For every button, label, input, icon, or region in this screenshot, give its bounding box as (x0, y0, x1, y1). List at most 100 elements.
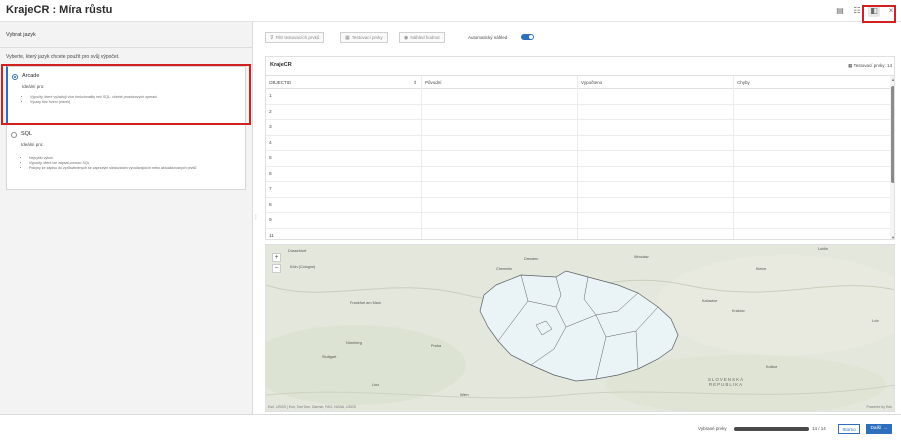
selected-features-progress (734, 427, 809, 431)
next-button[interactable]: Další → (866, 424, 892, 434)
test-features-button[interactable]: ▦ Testovací prvky (340, 32, 388, 43)
test-count-text: Testovací prvky: 14 (853, 63, 892, 68)
selected-features-label: Vybrané prvky (698, 426, 727, 431)
map-label: Katowice (702, 299, 718, 303)
list-item: Pokyny ke zápisu do zprůsvitněných se za… (29, 166, 239, 171)
preview-values-button[interactable]: ◉ Náhled hodnot (399, 32, 445, 43)
table-cell: 7 (266, 182, 422, 198)
map-label: Kraków (732, 309, 745, 313)
table-cell (578, 89, 734, 105)
auto-preview-label: Automatický náhled (468, 35, 508, 40)
column-header-computed[interactable]: Vypočteno (578, 76, 734, 89)
map-label: Dusseldorf (288, 249, 307, 253)
table-cell (422, 197, 578, 213)
table-cell (734, 136, 890, 152)
table-row[interactable]: 7 (266, 182, 890, 198)
scroll-down-icon[interactable]: ▼ (890, 235, 894, 239)
preview-toolbar: ⊽ Filtr testovacích prvků ▦ Testovací prvk… (259, 22, 901, 56)
table-cell (734, 213, 890, 229)
option-name: SQL (21, 131, 33, 137)
sql-radio[interactable] (11, 132, 17, 138)
filter-button[interactable]: ⊽ Filtr testovacích prvků (265, 32, 325, 43)
powered-by-esri[interactable]: Powered by Esri (867, 405, 892, 409)
table-cell (422, 120, 578, 136)
table-cell: 2 (266, 104, 422, 120)
table-row[interactable]: 9 (266, 213, 890, 229)
preview-panel: ⊽ Filtr testovacích prvků ▦ Testovací prvk… (259, 22, 901, 414)
table-cell (734, 229, 890, 240)
map-label: Košice (766, 365, 778, 369)
app-header: KrajeCR : Míra růstu ▤ ☷ ◧ × (0, 0, 901, 22)
table-row[interactable]: 2 (266, 104, 890, 120)
table-cell (422, 228, 578, 239)
table-cell: 5 (266, 151, 422, 167)
sort-icon[interactable]: ⇕ (413, 76, 417, 89)
map-label: Linz (372, 383, 379, 387)
table-cell (578, 228, 734, 239)
table-cell (578, 120, 734, 136)
table-row[interactable]: 11 (266, 228, 890, 240)
table-cell (734, 89, 890, 105)
scroll-thumb[interactable] (891, 86, 894, 183)
map-label: Dresden (524, 257, 539, 261)
map-attribution: Esri, USGS | Esri, TomTom, Garmin, FAO, … (268, 405, 356, 409)
map-label: Kielce (756, 267, 767, 271)
table-cell (578, 197, 734, 213)
table-row[interactable]: 6 (266, 166, 890, 183)
table-cell (734, 167, 890, 183)
zoom-in-button[interactable]: + (272, 253, 281, 262)
highlight-box (1, 64, 251, 125)
progress-fill (734, 427, 809, 431)
map-label: Lviv (872, 319, 879, 323)
column-label: OBJECTID (269, 80, 292, 85)
wizard-footer: Vybrané prvky 14 / 14 Storno Další → (0, 414, 901, 441)
map-label: Köln (Cologne) (290, 265, 316, 269)
table-cell: 3 (266, 120, 422, 136)
auto-preview-toggle[interactable] (521, 34, 534, 40)
table-header: KrajeCR ▦ Testovací prvky: 14 (266, 57, 894, 76)
table-cell (734, 151, 890, 167)
table-row[interactable]: 3 (266, 120, 890, 136)
table-cell (578, 182, 734, 198)
list-view-icon[interactable]: ▤ (834, 5, 846, 17)
table-cell (422, 166, 578, 182)
preview-values-label: Náhled hodnot (410, 35, 440, 40)
column-header-objectid[interactable]: OBJECTID ⇕ (266, 76, 422, 89)
table-cell: 4 (266, 135, 422, 151)
test-features-table: KrajeCR ▦ Testovací prvky: 14 OBJECTID ⇕ … (265, 56, 895, 240)
table-cell (578, 151, 734, 167)
table-scrollbar[interactable]: ▲ ▼ (890, 76, 894, 239)
table-cell (734, 198, 890, 214)
map-label: Praha (431, 344, 442, 348)
column-header-errors[interactable]: Chyby (734, 76, 890, 89)
layer-name: KrajeCR (270, 62, 292, 68)
table-cell (578, 213, 734, 229)
map-label: Stuttgart (322, 355, 337, 359)
zoom-out-button[interactable]: − (272, 264, 281, 273)
table-cell (578, 104, 734, 120)
table-cell (578, 166, 734, 182)
map-label: Nürnberg (346, 341, 362, 345)
page-title: KrajeCR : Míra růstu (6, 4, 113, 16)
divider (0, 47, 253, 48)
table-row[interactable]: 8 (266, 197, 890, 214)
table-cell (422, 135, 578, 151)
test-features-label: Testovací prvky (351, 35, 383, 40)
table-row[interactable]: 5 (266, 151, 890, 167)
table-row[interactable]: 4 (266, 135, 890, 152)
option-bullets: Nejvyšší výkon Výpočty, které lze zapsat… (29, 156, 239, 171)
progress-text: 14 / 14 (812, 426, 826, 431)
table-cell (578, 135, 734, 151)
test-count: ▦ Testovací prvky: 14 (848, 63, 892, 69)
table-icon: ▦ (345, 35, 350, 41)
language-option-sql[interactable]: SQL Ideální pro: Nejvyšší výkon Výpočty,… (6, 124, 246, 190)
column-headers: OBJECTID ⇕ Původní Vypočteno Chyby (266, 76, 890, 89)
scroll-up-icon[interactable]: ▲ (890, 77, 894, 82)
cancel-button[interactable]: Storno (838, 424, 860, 434)
column-header-original[interactable]: Původní (422, 76, 578, 89)
map-label: Wien (460, 393, 469, 397)
option-ideal-label: Ideální pro: (21, 142, 44, 147)
table-cell (422, 213, 578, 229)
table-row[interactable]: 1 (266, 89, 890, 105)
map-view[interactable]: + − Dusseldorf Köln (Cologne) Chemnitz D… (265, 244, 895, 412)
